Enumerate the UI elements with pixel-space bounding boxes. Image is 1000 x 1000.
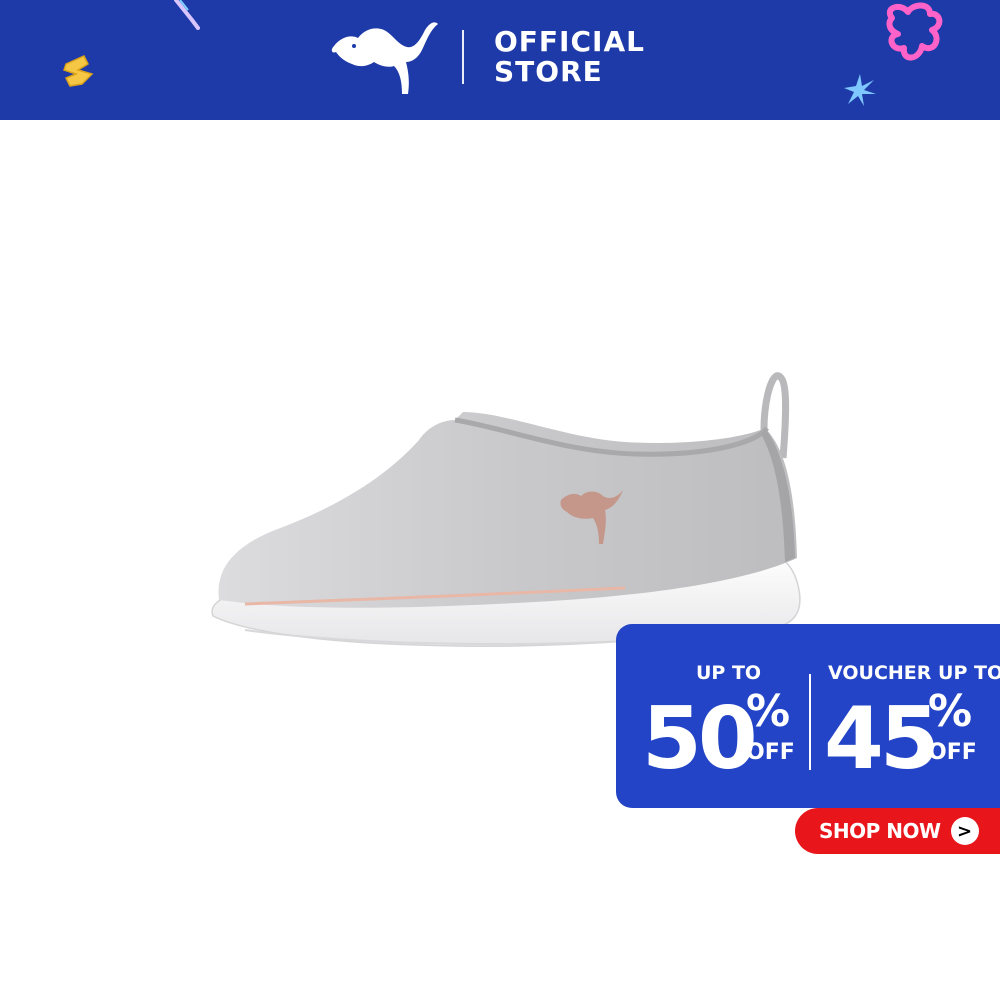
voucher-value: 45 [824,689,940,789]
store-header: OFFICIAL STORE [0,0,1000,120]
yellow-ribbon-confetti-icon [63,55,94,87]
puma-cat-logo-icon [331,22,438,95]
voucher-off-label: OFF [928,740,977,765]
pink-squiggle-confetti-icon [886,2,943,61]
shop-now-label: SHOP NOW [819,819,941,843]
discount-off-label: OFF [746,740,795,765]
store-label: STORE [494,55,603,88]
official-label: OFFICIAL [494,25,645,58]
voucher-label: VOUCHER UP TO [828,662,1000,684]
product-sneaker-image [211,372,801,647]
discount-label: UP TO [696,662,762,684]
discount-percent-sign: % [746,686,791,737]
shop-now-button[interactable]: SHOP NOW > [795,808,1000,854]
streamer-confetti-icon [174,0,200,30]
discount-value: 50 [642,689,758,789]
sparkle-star-icon [844,74,876,106]
voucher-percent-sign: % [928,686,973,737]
brand-divider [462,30,464,84]
official-store-label: OFFICIAL STORE [494,27,645,87]
promo-divider [809,674,811,770]
promo-badge: UP TO 50 % OFF VOUCHER UP TO 45 % OFF [616,624,1000,808]
chevron-right-icon: > [950,817,979,845]
brand-lockup: OFFICIAL STORE [330,16,645,98]
